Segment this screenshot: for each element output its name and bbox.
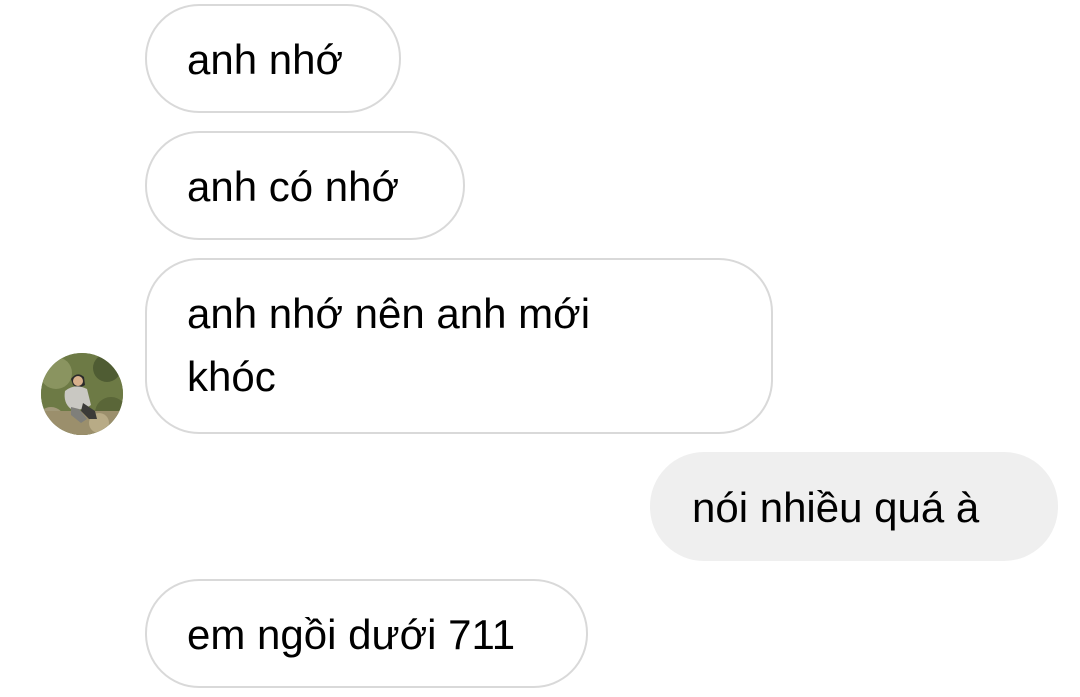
message-bubble-outgoing[interactable]: nói nhiều quá à bbox=[650, 452, 1058, 561]
message-bubble-incoming[interactable]: anh có nhớ bbox=[145, 131, 465, 240]
message-bubble-incoming[interactable]: em ngồi dưới 711 bbox=[145, 579, 588, 688]
message-text: anh nhớ bbox=[187, 36, 344, 83]
message-bubble-incoming[interactable]: anh nhớ bbox=[145, 4, 401, 113]
message-bubble-incoming[interactable]: anh nhớ nên anh mới khóc bbox=[145, 258, 773, 434]
sender-avatar[interactable] bbox=[41, 353, 123, 435]
person-photo-avatar-icon bbox=[41, 353, 123, 435]
chat-screen: { "messages": [ {"text": "anh nhớ", "dir… bbox=[0, 0, 1080, 697]
message-text: anh có nhớ bbox=[187, 163, 400, 210]
message-text: nói nhiều quá à bbox=[692, 484, 980, 531]
message-text: em ngồi dưới 711 bbox=[187, 611, 516, 658]
message-text: anh nhớ nên anh mới khóc bbox=[187, 290, 591, 400]
